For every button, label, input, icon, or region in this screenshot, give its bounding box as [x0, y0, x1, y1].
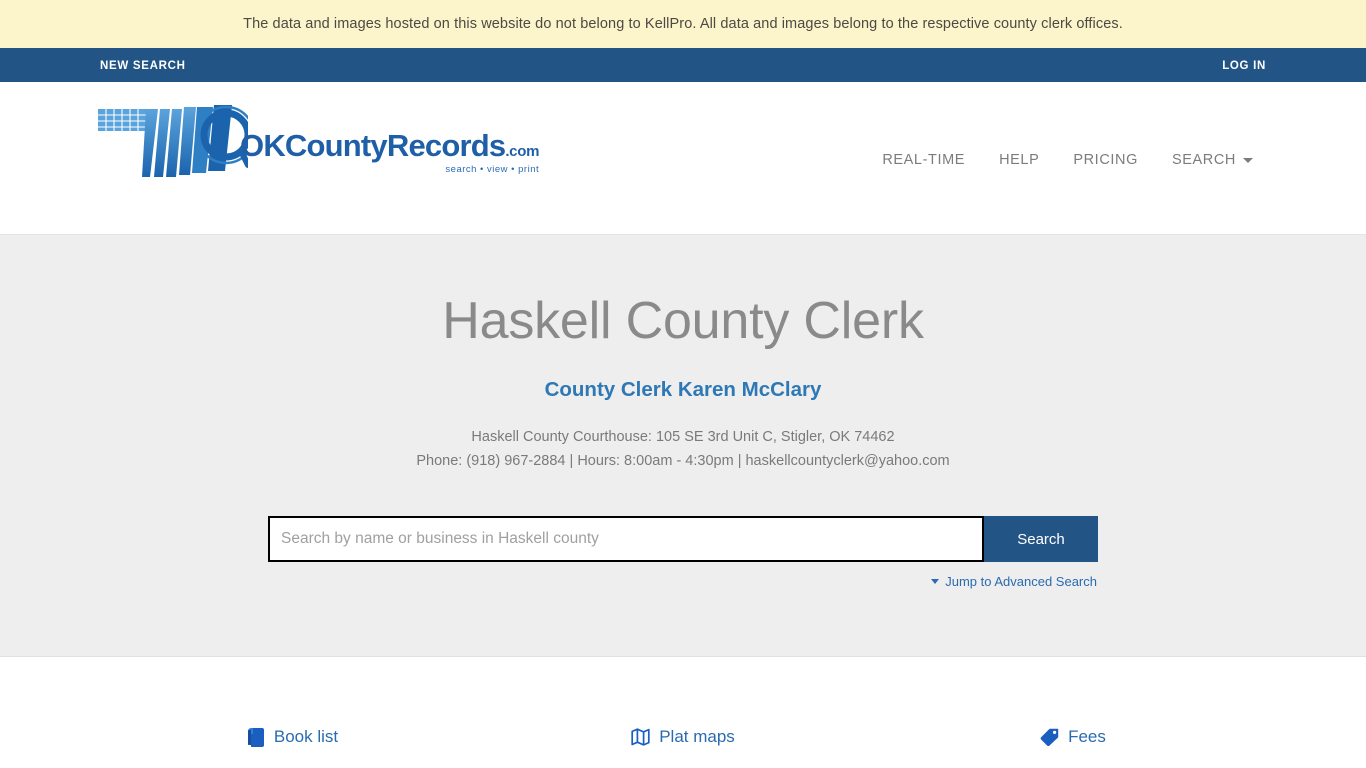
advanced-search-label: Jump to Advanced Search — [945, 574, 1097, 590]
logo-wordmark: OKCountyRecords.com — [240, 128, 540, 163]
menu-item-real-time[interactable]: REAL-TIME — [865, 142, 982, 178]
book-icon — [247, 727, 265, 747]
disclaimer-banner: The data and images hosted on this websi… — [0, 0, 1366, 48]
search-input[interactable] — [268, 516, 984, 563]
book-list-label: Book list — [273, 727, 339, 746]
page-title: Haskell County Clerk — [442, 292, 924, 350]
plat-maps-label: Plat maps — [659, 727, 735, 746]
menu-item-help[interactable]: HELP — [982, 142, 1056, 178]
menu-item-search[interactable]: SEARCH — [1155, 142, 1270, 178]
office-address-line: Haskell County Courthouse: 105 SE 3rd Un… — [471, 429, 895, 446]
topnav-left-group: NEW SEARCH — [0, 56, 186, 74]
county-clerk-link[interactable]: County Clerk Karen McClary — [545, 378, 822, 402]
main-menu: REAL-TIME HELP PRICING SEARCH — [865, 142, 1270, 178]
book-list-link[interactable]: Book list — [247, 727, 339, 747]
logo-mark-icon — [96, 99, 248, 185]
search-button[interactable]: Search — [984, 516, 1098, 563]
disclaimer-text: The data and images hosted on this websi… — [243, 15, 1123, 32]
map-icon — [631, 728, 650, 746]
logo-tagline: search • view • print — [445, 164, 540, 175]
quick-link-col-fees: Fees — [878, 727, 1268, 752]
tag-icon — [1040, 728, 1059, 746]
search-row: Search — [0, 516, 1366, 563]
site-logo[interactable]: OKCountyRecords.com search • view • prin… — [96, 99, 539, 185]
caret-down-icon — [931, 579, 940, 585]
quick-link-col-plat-maps: Plat maps — [488, 727, 878, 752]
jump-to-advanced-search-link[interactable]: Jump to Advanced Search — [931, 574, 1097, 589]
site-header: OKCountyRecords.com search • view • prin… — [0, 82, 1366, 235]
office-contact-info: Haskell County Courthouse: 105 SE 3rd Un… — [0, 426, 1366, 474]
topnav-right-group: LOG IN — [1222, 56, 1366, 74]
office-contact-line: Phone: (918) 967-2884 | Hours: 8:00am - … — [416, 453, 950, 470]
quick-links-section: Book list Plat maps Fees — [98, 657, 1268, 752]
logo-text: OKCountyRecords.com search • view • prin… — [240, 130, 539, 185]
new-search-link[interactable]: NEW SEARCH — [100, 60, 186, 72]
quick-link-col-book-list: Book list — [98, 727, 488, 752]
hero-section: Haskell County Clerk County Clerk Karen … — [0, 235, 1366, 657]
menu-item-search-label: SEARCH — [1171, 152, 1236, 168]
top-navigation-bar: NEW SEARCH LOG IN — [0, 48, 1366, 82]
fees-label: Fees — [1068, 727, 1106, 746]
advanced-search-row: Jump to Advanced Search — [267, 571, 1099, 589]
plat-maps-link[interactable]: Plat maps — [631, 727, 735, 747]
fees-link[interactable]: Fees — [1040, 727, 1106, 747]
menu-item-pricing[interactable]: PRICING — [1056, 142, 1155, 178]
chevron-down-icon — [1243, 157, 1253, 163]
log-in-link[interactable]: LOG IN — [1222, 60, 1266, 72]
